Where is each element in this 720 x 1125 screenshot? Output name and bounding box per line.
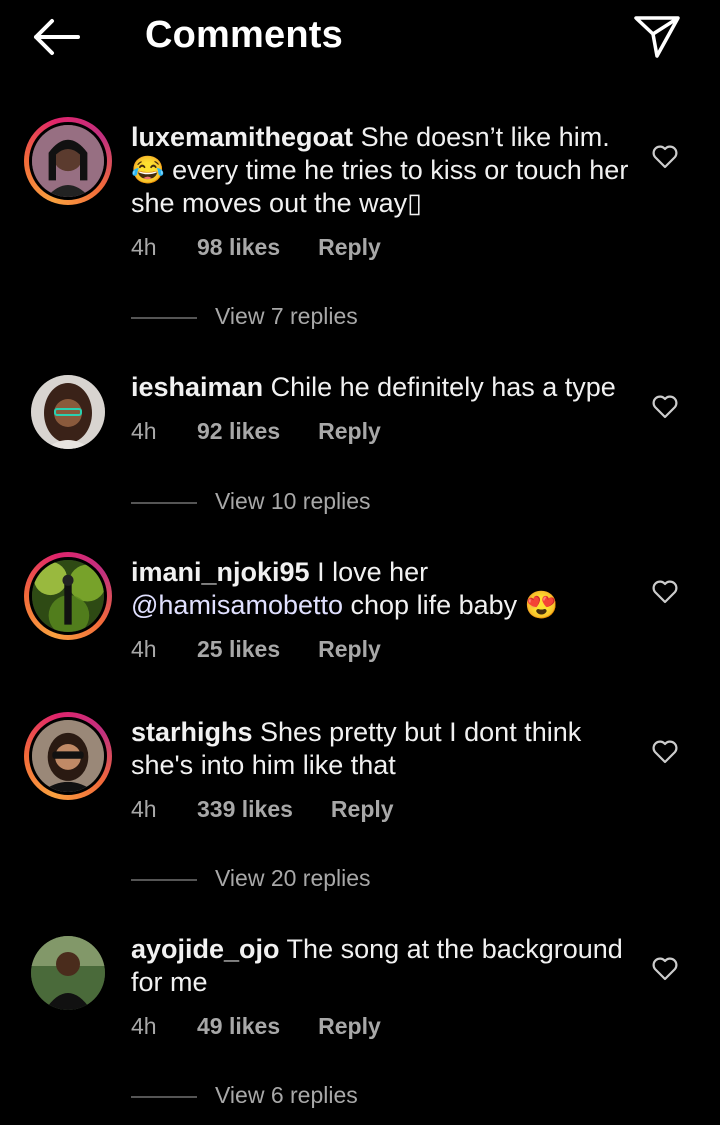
divider-line [131,501,197,504]
heart-icon[interactable] [652,395,678,419]
share-button[interactable] [632,12,682,62]
view-replies-button[interactable]: View 10 replies [131,488,371,515]
back-button[interactable] [30,14,82,60]
view-replies-button[interactable]: View 20 replies [131,865,371,892]
username[interactable]: ayojide_ojo [131,934,280,964]
avatar[interactable] [31,375,105,449]
arrow-left-icon [34,19,80,55]
page-title: Comments [145,14,343,56]
mention-link[interactable]: @hamisamobetto [131,590,343,620]
comment-text: imani_njoki95 I love her @hamisamobetto … [131,557,559,620]
heart-icon[interactable] [652,740,678,764]
username[interactable]: luxemamithegoat [131,122,353,152]
reply-button[interactable]: Reply [318,636,381,663]
reply-button[interactable]: Reply [318,418,381,445]
comment-meta: 4h 92 likes Reply [131,418,381,445]
view-replies-button[interactable]: View 6 replies [131,1082,358,1109]
comment-meta: 4h 98 likes Reply [131,234,381,261]
avatar[interactable] [31,936,105,1010]
comment-meta: 4h 339 likes Reply [131,796,394,823]
likes-count[interactable]: 92 likes [197,418,280,445]
likes-count[interactable]: 25 likes [197,636,280,663]
likes-count[interactable]: 339 likes [197,796,293,823]
header: Comments [0,0,720,80]
heart-icon[interactable] [652,957,678,981]
paper-plane-icon [634,16,680,58]
username[interactable]: imani_njoki95 [131,557,310,587]
likes-count[interactable]: 49 likes [197,1013,280,1040]
comment-text: luxemamithegoat She doesn’t like him. 😂 e… [131,122,629,218]
comment-meta: 4h 49 likes Reply [131,1013,381,1040]
username[interactable]: starhighs [131,717,253,747]
avatar[interactable] [24,117,112,205]
divider-line [131,316,197,319]
view-replies-button[interactable]: View 7 replies [131,303,358,330]
likes-count[interactable]: 98 likes [197,234,280,261]
avatar[interactable] [24,712,112,800]
heart-icon[interactable] [652,145,678,169]
reply-button[interactable]: Reply [318,1013,381,1040]
reply-button[interactable]: Reply [331,796,394,823]
heart-icon[interactable] [652,580,678,604]
divider-line [131,1095,197,1098]
username[interactable]: ieshaiman [131,372,263,402]
reply-button[interactable]: Reply [318,234,381,261]
comment-text: ayojide_ojo The song at the background f… [131,934,623,997]
avatar[interactable] [24,552,112,640]
comment-meta: 4h 25 likes Reply [131,636,381,663]
comment-text: starhighs Shes pretty but I dont think s… [131,717,582,780]
divider-line [131,878,197,881]
comment-text: ieshaiman Chile he definitely has a type [131,372,616,402]
